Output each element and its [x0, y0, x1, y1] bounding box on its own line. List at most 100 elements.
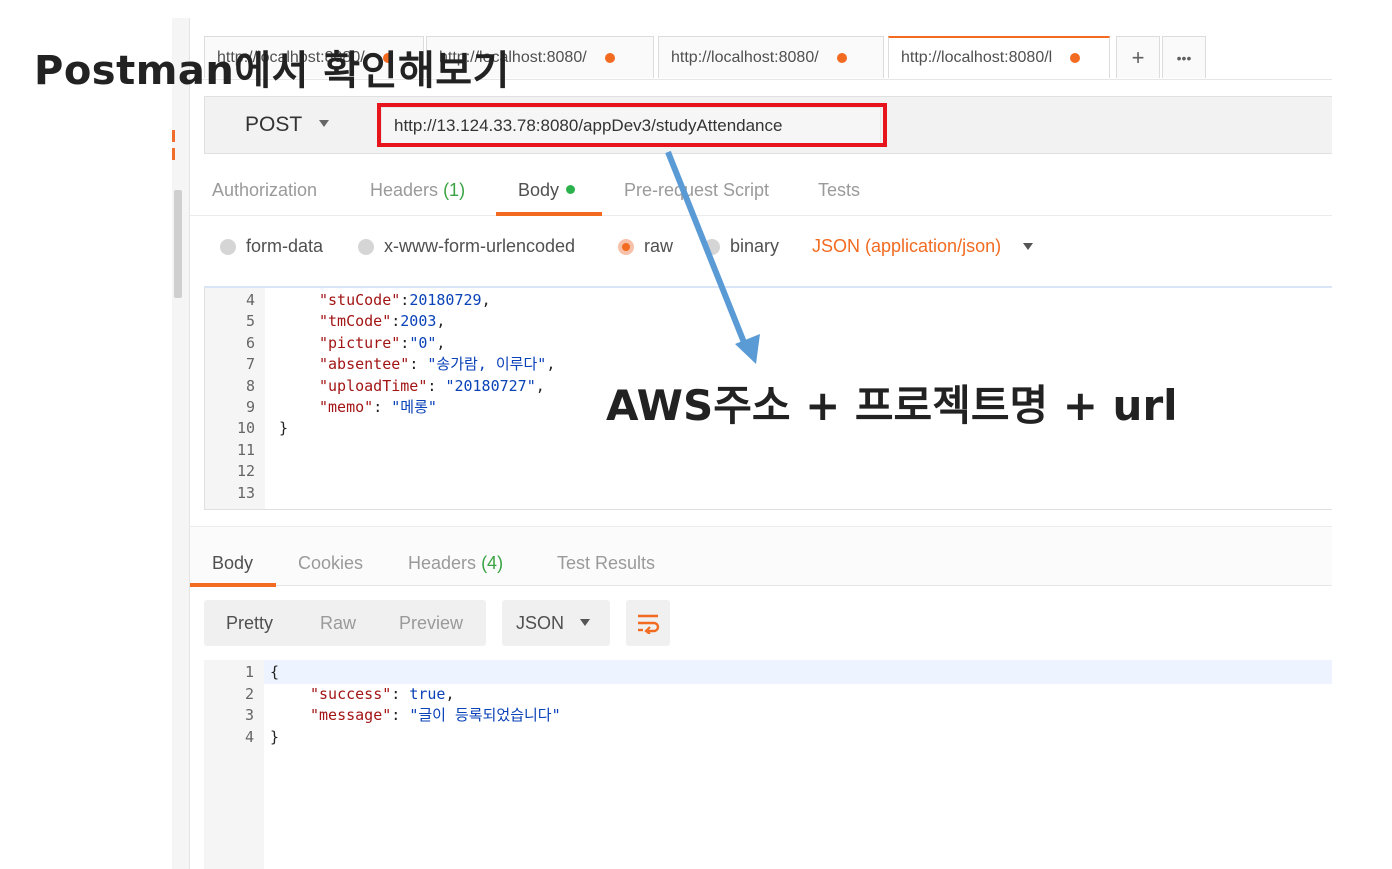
url-text: http://13.124.33.78:8080/appDev3/studyAt…	[394, 116, 783, 135]
line-number: 4	[244, 727, 254, 746]
json-sep: :	[400, 291, 410, 309]
request-tab-label: http://localhost:8080/l	[901, 49, 1053, 66]
line-number: 9	[245, 398, 255, 416]
json-value: "송가람, 이루다"	[427, 355, 547, 374]
tab-tests[interactable]: Tests	[818, 180, 860, 201]
request-tab-3[interactable]: http://localhost:8080/	[658, 36, 884, 78]
view-preview-button[interactable]: Preview	[399, 613, 463, 634]
mode-label: form-data	[246, 236, 324, 256]
content-type-select[interactable]: JSON (application/json)	[812, 236, 1034, 257]
line-number: 7	[245, 355, 255, 374]
json-sep: :	[373, 398, 392, 416]
active-line-highlight	[264, 660, 1332, 684]
json-key: "stuCode"	[319, 291, 401, 309]
json-value: "글이 등록되었습니다"	[409, 706, 561, 725]
response-headers-count: (4)	[481, 553, 504, 573]
view-raw-button[interactable]: Raw	[320, 613, 356, 634]
response-tab-test-results[interactable]: Test Results	[557, 553, 655, 574]
json-sep: :	[391, 684, 410, 703]
response-tabs: Body Cookies Headers (4) Test Results	[190, 526, 1332, 587]
json-tail: ,	[436, 312, 446, 331]
radio-icon	[220, 238, 236, 255]
chevron-down-icon	[1023, 243, 1034, 250]
more-icon: •••	[1176, 49, 1192, 66]
request-url-row: POST http://13.124.33.78:8080/appDev3/st…	[204, 96, 1332, 154]
mode-label: binary	[730, 236, 780, 256]
wrap-lines-button[interactable]	[626, 600, 670, 646]
json-sep: :	[391, 706, 410, 725]
code-line: "memo": "메롱"	[319, 397, 437, 418]
new-tab-button[interactable]: +	[1116, 36, 1160, 78]
response-tab-cookies[interactable]: Cookies	[298, 553, 363, 574]
slide-caption: Postman에서 확인해보기	[34, 48, 510, 94]
view-mode-segment: Pretty Raw Preview	[204, 600, 486, 646]
line-number: 6	[245, 333, 255, 352]
unsaved-dot-icon	[836, 52, 847, 63]
sidebar-marker	[172, 148, 175, 160]
json-value: "20180727"	[445, 376, 536, 395]
line-number: 2	[244, 684, 254, 703]
unsaved-dot-icon	[1070, 53, 1081, 63]
json-key: "picture"	[319, 333, 401, 352]
json-key: "memo"	[319, 398, 374, 416]
line-number: 13	[236, 483, 255, 502]
view-pretty-button[interactable]: Pretty	[226, 613, 273, 634]
line-number: 4	[245, 291, 255, 309]
json-value: 2003	[400, 312, 437, 331]
json-value: "0"	[409, 333, 437, 352]
sidebar-scrollbar[interactable]	[174, 190, 182, 298]
line-number: 12	[236, 462, 255, 481]
json-tail: ,	[535, 376, 545, 395]
code-line: "stuCode":20180729,	[319, 290, 491, 311]
unsaved-dot-icon	[604, 52, 615, 63]
code-line: "picture":"0",	[319, 333, 445, 354]
json-sep: :	[391, 312, 401, 331]
line-number: 10	[236, 419, 255, 438]
tab-headers-label: Headers	[370, 180, 439, 200]
response-body-viewer[interactable]: 1 {2 "success": true, 3 "message": "글이 등록되었습…	[204, 660, 1332, 869]
code-punct: }	[279, 419, 289, 438]
line-number: 8	[245, 376, 255, 395]
radio-urlencoded[interactable]: x-www-form-urlencoded	[358, 236, 575, 257]
radio-form-data[interactable]: form-data	[220, 236, 323, 257]
response-format-select[interactable]: JSON	[502, 600, 610, 646]
response-tab-headers[interactable]: Headers (4)	[408, 553, 503, 574]
status-dot-icon	[566, 185, 576, 194]
chevron-down-icon	[580, 619, 590, 626]
json-key: "success"	[310, 684, 392, 703]
json-sep: :	[409, 355, 428, 374]
json-tail: ,	[481, 291, 491, 309]
response-headers-label: Headers	[408, 553, 477, 573]
method-select[interactable]: POST	[245, 113, 302, 137]
json-tail: ,	[445, 684, 455, 703]
code-line: "tmCode":2003,	[319, 311, 445, 332]
code-line: {	[270, 662, 279, 683]
line-number: 5	[245, 312, 255, 331]
left-sidebar-strip	[172, 18, 190, 869]
radio-icon	[704, 238, 720, 255]
request-tab-4-active[interactable]: http://localhost:8080/l	[888, 36, 1110, 78]
request-tab-label: http://localhost:8080/	[671, 48, 819, 66]
radio-binary[interactable]: binary	[704, 236, 779, 257]
wrap-lines-icon	[638, 614, 660, 634]
tab-prerequest-script[interactable]: Pre-request Script	[624, 180, 769, 201]
tab-body[interactable]: Body	[518, 180, 576, 201]
url-input[interactable]: http://13.124.33.78:8080/appDev3/studyAt…	[381, 107, 881, 145]
response-toolbar: Pretty Raw Preview JSON	[204, 600, 1332, 646]
json-sep: :	[400, 333, 410, 352]
radio-raw[interactable]: raw	[618, 236, 673, 257]
response-tab-body[interactable]: Body	[212, 553, 253, 574]
code-line: "success": true,	[310, 684, 455, 705]
format-label: JSON	[516, 613, 565, 633]
line-number: 1	[244, 663, 254, 681]
chevron-down-icon[interactable]	[319, 120, 329, 127]
more-tabs-button[interactable]: •••	[1162, 36, 1206, 78]
code-line: }	[279, 418, 288, 439]
json-key: "tmCode"	[319, 312, 392, 331]
json-value: 20180729	[409, 291, 482, 309]
code-line: "message": "글이 등록되었습니다"	[310, 705, 561, 726]
code-punct: }	[270, 727, 280, 746]
body-mode-selector: form-data x-www-form-urlencoded raw bina…	[190, 218, 1332, 280]
tab-headers[interactable]: Headers (1)	[370, 180, 465, 201]
tab-authorization[interactable]: Authorization	[212, 180, 317, 201]
